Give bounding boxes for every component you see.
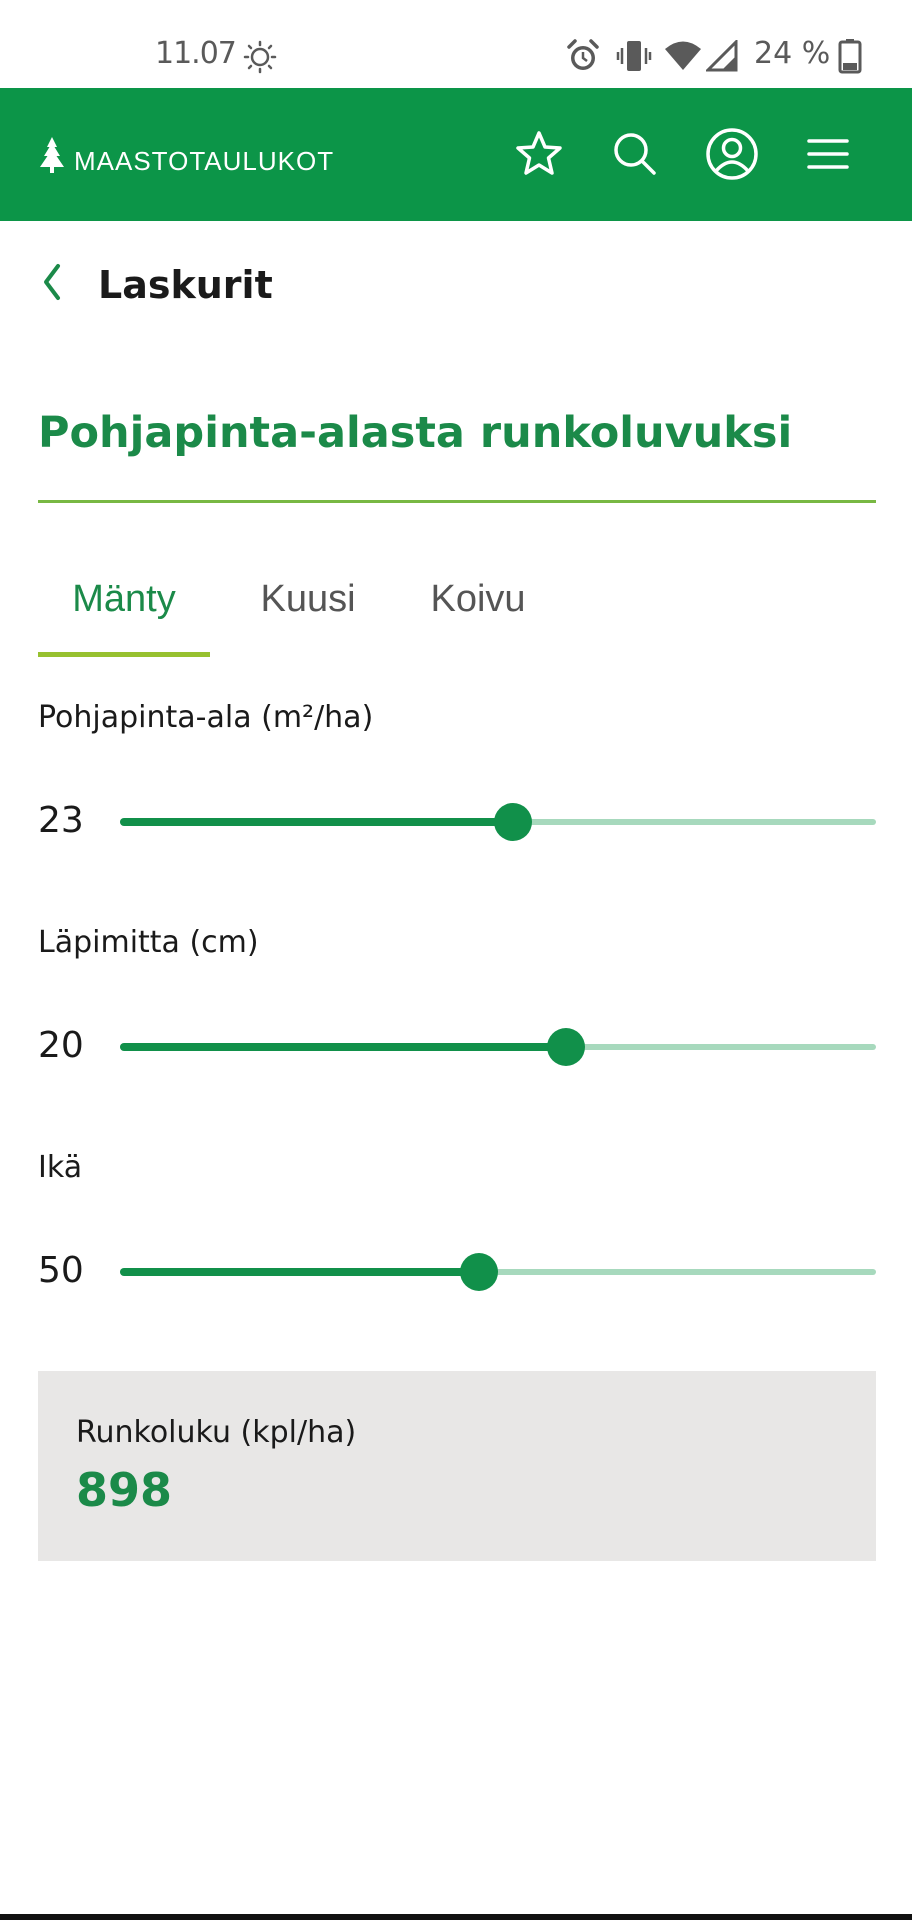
basal-area-label: Pohjapinta-ala (m²/ha) xyxy=(38,700,374,735)
brightness-icon xyxy=(243,40,277,79)
slider-thumb[interactable] xyxy=(460,1253,498,1291)
status-time: 11.07 xyxy=(155,36,237,71)
age-slider[interactable] xyxy=(120,1252,876,1292)
basal-area-slider[interactable] xyxy=(120,802,876,842)
result-label: Runkoluku (kpl/ha) xyxy=(76,1415,357,1450)
tab-label: Kuusi xyxy=(260,578,356,620)
account-button[interactable] xyxy=(704,127,760,186)
favorites-button[interactable] xyxy=(511,128,567,184)
tab-koivu[interactable]: Koivu xyxy=(410,572,546,657)
battery-icon xyxy=(838,38,862,79)
chevron-left-icon xyxy=(38,262,64,307)
vibrate-icon xyxy=(616,38,652,79)
tab-manty[interactable]: Mänty xyxy=(38,572,210,657)
navigation-bar-edge xyxy=(0,1914,912,1920)
result-card: Runkoluku (kpl/ha) 898 xyxy=(38,1371,876,1561)
page-title: Pohjapinta-alasta runkoluvuksi xyxy=(38,408,793,458)
status-bar: 11.07 24 % xyxy=(0,0,912,88)
brand-logo[interactable]: MAASTOTAULUKOT xyxy=(38,136,334,179)
alarm-icon xyxy=(565,38,601,79)
slider-fill xyxy=(120,1268,479,1276)
menu-icon xyxy=(806,137,850,176)
tab-label: Koivu xyxy=(430,578,526,620)
slider-fill xyxy=(120,1043,566,1051)
tree-icon xyxy=(38,136,66,179)
slider-thumb[interactable] xyxy=(547,1028,585,1066)
back-label: Laskurit xyxy=(98,262,273,307)
star-icon xyxy=(514,129,564,184)
age-value: 50 xyxy=(38,1250,84,1291)
battery-level: 24 % xyxy=(754,36,831,71)
diameter-slider[interactable] xyxy=(120,1027,876,1067)
back-button[interactable]: Laskurit xyxy=(38,262,273,307)
species-tabs: Mänty Kuusi Koivu xyxy=(38,572,876,657)
title-divider xyxy=(38,500,876,503)
signal-icon xyxy=(704,38,738,77)
brand-name: MAASTOTAULUKOT xyxy=(74,146,335,176)
app-header: MAASTOTAULUKOT xyxy=(0,88,912,221)
diameter-value: 20 xyxy=(38,1025,84,1066)
basal-area-value: 23 xyxy=(38,800,84,841)
tab-kuusi[interactable]: Kuusi xyxy=(240,572,376,657)
slider-fill xyxy=(120,818,513,826)
slider-thumb[interactable] xyxy=(494,803,532,841)
search-button[interactable] xyxy=(607,128,663,184)
search-icon xyxy=(612,131,658,182)
age-label: Ikä xyxy=(38,1150,83,1185)
wifi-icon xyxy=(664,40,702,77)
diameter-label: Läpimitta (cm) xyxy=(38,925,259,960)
result-value: 898 xyxy=(76,1463,173,1517)
account-icon xyxy=(705,127,759,186)
menu-button[interactable] xyxy=(800,128,856,184)
tab-label: Mänty xyxy=(72,578,176,620)
